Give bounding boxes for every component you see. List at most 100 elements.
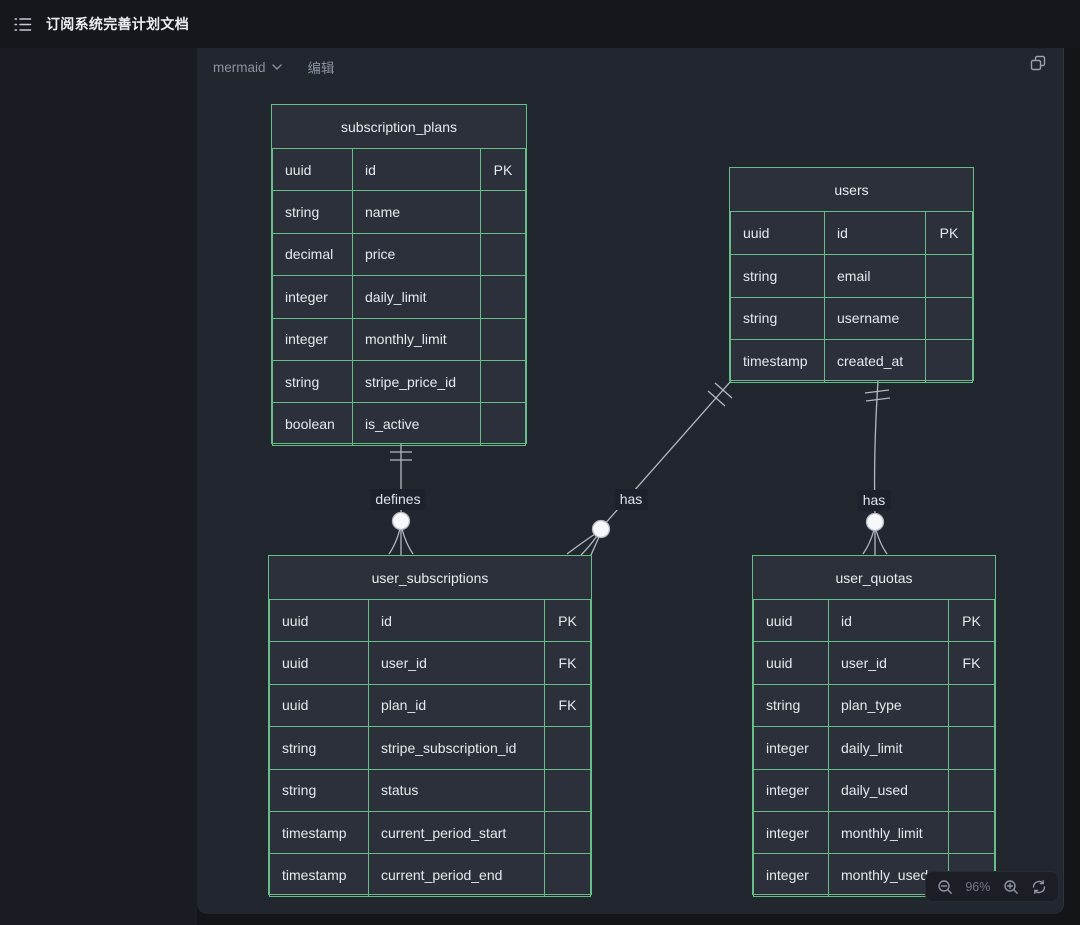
crow-foot [389, 529, 400, 554]
entity-users: usersuuididPKstringemailstringusernameti… [729, 167, 974, 381]
attr-type: integer [754, 811, 829, 853]
entity-row: booleanis_active [273, 403, 526, 445]
entity-attributes: uuididPKstringnamedecimalpriceintegerdai… [272, 148, 526, 446]
relationship-label: has [858, 490, 891, 511]
attr-key: PK [481, 149, 526, 191]
entity-row: integerdaily_limit [273, 276, 526, 318]
attr-name: email [825, 254, 926, 297]
attr-key: PK [926, 212, 973, 255]
attr-type: integer [754, 769, 829, 811]
attr-key [545, 811, 591, 853]
entity-row: integerdaily_limit [754, 727, 995, 769]
entity-row: stringplan_type [754, 684, 995, 726]
zoom-controls: 96% [925, 871, 1059, 902]
attr-name: id [353, 149, 481, 191]
attr-type: uuid [273, 149, 353, 191]
attr-name: id [829, 600, 949, 642]
attr-type: integer [754, 854, 829, 896]
attr-name: user_id [369, 642, 545, 684]
attr-name: daily_limit [829, 727, 949, 769]
crow-foot [567, 534, 595, 554]
entity-row: integermonthly_limit [754, 811, 995, 853]
attr-key [545, 769, 591, 811]
entity-row: stringstripe_subscription_id [270, 727, 591, 769]
attr-type: uuid [270, 684, 369, 726]
attr-name: price [353, 233, 481, 275]
attr-key [481, 191, 526, 233]
attr-key [481, 233, 526, 275]
entity-row: timestampcreated_at [731, 340, 973, 383]
crow-foot [402, 529, 413, 554]
entity-row: uuiduser_idFK [754, 642, 995, 684]
attr-type: integer [273, 318, 353, 360]
mermaid-panel: mermaid 编辑 [197, 48, 1064, 914]
language-dropdown[interactable]: mermaid [213, 60, 282, 75]
attr-type: decimal [273, 233, 353, 275]
attr-key [926, 297, 973, 340]
attr-type: boolean [273, 403, 353, 445]
entity-attributes: uuididPKstringemailstringusernametimesta… [730, 211, 973, 383]
zoom-in-icon [1003, 879, 1019, 895]
edit-button[interactable]: 编辑 [308, 57, 335, 77]
attr-type: string [754, 684, 829, 726]
zoom-out-button[interactable] [937, 879, 953, 895]
chevron-down-icon [272, 64, 282, 70]
entity-row: decimalprice [273, 233, 526, 275]
crow-foot [581, 536, 597, 555]
list-icon[interactable] [14, 17, 32, 32]
attr-key [949, 727, 995, 769]
entity-row: stringstripe_price_id [273, 360, 526, 402]
zero-marker [393, 513, 410, 530]
entity-row: stringstatus [270, 769, 591, 811]
attr-type: timestamp [270, 854, 369, 896]
attr-name: username [825, 297, 926, 340]
attr-key [481, 276, 526, 318]
attr-name: stripe_subscription_id [369, 727, 545, 769]
attr-name: is_active [353, 403, 481, 445]
one-tick [715, 383, 732, 398]
attr-key [949, 684, 995, 726]
attr-key [481, 318, 526, 360]
zoom-in-button[interactable] [1003, 879, 1019, 895]
topbar: 订阅系统完善计划文档 [0, 0, 1080, 48]
document-title: 订阅系统完善计划文档 [46, 14, 189, 34]
one-tick [708, 391, 725, 406]
relationship-label: defines [370, 489, 425, 510]
panel-header: mermaid 编辑 [197, 48, 1063, 86]
zoom-out-icon [937, 879, 953, 895]
attr-name: user_id [829, 642, 949, 684]
attr-type: uuid [754, 600, 829, 642]
refresh-button[interactable] [1031, 879, 1047, 895]
diagram-canvas[interactable]: subscription_plansuuididPKstringnamedeci… [197, 48, 1063, 914]
attr-name: daily_used [829, 769, 949, 811]
entity-attributes: uuididPKuuiduser_idFKuuidplan_idFKstring… [269, 599, 591, 897]
attr-name: name [353, 191, 481, 233]
attr-name: plan_id [369, 684, 545, 726]
attr-type: string [731, 254, 825, 297]
entity-user-quotas: user_quotasuuididPKuuiduser_idFKstringpl… [752, 555, 996, 895]
entity-row: timestampcurrent_period_start [270, 811, 591, 853]
copy-button[interactable] [1029, 54, 1047, 72]
copy-icon [1029, 54, 1047, 72]
zero-marker [867, 514, 884, 531]
entity-row: uuididPK [273, 149, 526, 191]
crow-foot [591, 537, 599, 555]
attr-type: string [270, 727, 369, 769]
entity-title: users [730, 168, 973, 211]
attr-key [926, 254, 973, 297]
attr-name: plan_type [829, 684, 949, 726]
attr-key: PK [545, 600, 591, 642]
entity-row: timestampcurrent_period_end [270, 854, 591, 896]
relationship-has-mid-line [567, 381, 732, 555]
zero-marker [593, 521, 610, 538]
zoom-level: 96% [965, 880, 990, 894]
attr-key [949, 811, 995, 853]
relationship-has-right-line [863, 381, 890, 555]
relationship-label: has [615, 489, 648, 510]
attr-type: timestamp [731, 340, 825, 383]
entity-row: uuiduser_idFK [270, 642, 591, 684]
attr-key [545, 854, 591, 896]
attr-type: uuid [270, 642, 369, 684]
sidebar [0, 48, 197, 925]
attr-type: string [270, 769, 369, 811]
